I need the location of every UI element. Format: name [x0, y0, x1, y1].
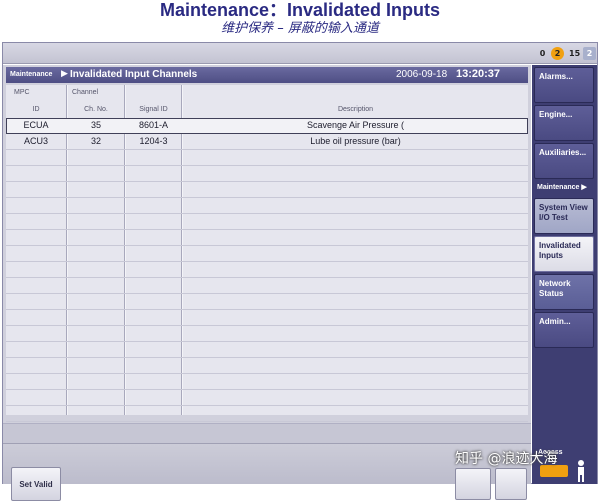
empty-table-row	[6, 278, 528, 294]
cell-id: ECUA	[23, 120, 49, 130]
table-row[interactable]: ACU3 32 1204-3 Lube oil pressure (bar)	[6, 134, 528, 150]
footer-button[interactable]	[495, 468, 527, 500]
cell-id: ACU3	[23, 136, 48, 146]
table-row[interactable]: ECUA 35 8601-A Scavenge Air Pressure (	[6, 118, 528, 134]
empty-table-row	[6, 294, 528, 310]
nav-admin-button[interactable]: Admin...	[534, 312, 594, 348]
header-time: 13:20:37	[456, 68, 501, 80]
footer-strip	[3, 423, 531, 443]
empty-table-row	[6, 150, 528, 166]
group-header-channel: Channel	[72, 89, 99, 96]
empty-table-row	[6, 262, 528, 278]
nav-auxiliaries-button[interactable]: Auxiliaries...	[534, 143, 594, 179]
empty-table-row	[6, 390, 528, 406]
nav-engine-button[interactable]: Engine...	[534, 105, 594, 141]
empty-table-row	[6, 358, 528, 374]
panel-header: Maintenance ▶ Invalidated Input Channels…	[6, 67, 528, 83]
empty-rows	[6, 150, 528, 422]
nav-section-maintenance: Maintenance ▶	[534, 183, 596, 195]
cell-signal-id: 1204-3	[139, 136, 168, 146]
alarm-count-badge[interactable]: 2	[551, 47, 564, 60]
app-window: 0 2 15 2 Maintenance ▶ Invalidated Input…	[2, 42, 598, 501]
set-valid-button[interactable]: Set Valid	[11, 467, 61, 501]
cell-signal-id: 8601-A	[138, 120, 169, 130]
column-header-description[interactable]: Description	[183, 106, 528, 113]
count-badge[interactable]: 0	[536, 47, 549, 60]
nav-network-status-button[interactable]: Network Status	[534, 274, 594, 310]
nav-system-view-button[interactable]: System View I/O Test	[534, 198, 594, 234]
chevron-right-icon: ▶	[581, 184, 587, 191]
empty-table-row	[6, 166, 528, 182]
empty-table-row	[6, 310, 528, 326]
empty-table-row	[6, 182, 528, 198]
empty-table-row	[6, 198, 528, 214]
empty-table-row	[6, 342, 528, 358]
navigation-panel: Alarms... Engine... Auxiliaries... Maint…	[532, 65, 597, 484]
column-header-signal-id[interactable]: Signal ID	[126, 106, 181, 113]
empty-table-row	[6, 214, 528, 230]
empty-table-row	[6, 326, 528, 342]
cell-description: Lube oil pressure (bar)	[310, 136, 401, 146]
cell-description: Scavenge Air Pressure (	[306, 120, 405, 130]
group-header-mpc: MPC	[14, 89, 30, 96]
footer-bar: Set Valid	[3, 443, 531, 501]
slide-subtitle: 维护保养 – 屏蔽的输入通道	[221, 21, 379, 36]
empty-table-row	[6, 406, 528, 422]
watermark: 知乎 @浪迹大海	[455, 451, 558, 467]
count-badge[interactable]: 15	[567, 47, 582, 60]
header-date: 2006-09-18	[396, 69, 448, 80]
cell-ch-no: 35	[90, 120, 101, 130]
cell-ch-no: 32	[90, 136, 101, 146]
nav-alarms-button[interactable]: Alarms...	[534, 67, 594, 103]
empty-table-row	[6, 230, 528, 246]
table-body: ECUA 35 8601-A Scavenge Air Pressure ( A…	[6, 118, 528, 422]
status-strip: 0 2 15 2	[3, 43, 597, 64]
slide-title: Maintenance：Invalidated Inputs	[159, 0, 441, 20]
footer-button[interactable]	[455, 468, 491, 500]
person-icon[interactable]	[574, 460, 588, 482]
nav-invalidated-inputs-button[interactable]: Invalidated Inputs	[534, 236, 594, 272]
column-header-ch-no[interactable]: Ch. No.	[68, 106, 124, 113]
invalidated-inputs-table: MPC Channel ID Ch. No. Signal ID Descrip…	[6, 85, 528, 422]
count-badge[interactable]: 2	[583, 47, 596, 60]
empty-table-row	[6, 374, 528, 390]
empty-table-row	[6, 246, 528, 262]
nav-section-label: Maintenance	[537, 184, 580, 191]
breadcrumb-arrow-icon: ▶	[61, 69, 68, 79]
column-header-id[interactable]: ID	[6, 106, 66, 113]
main-panel: Maintenance ▶ Invalidated Input Channels…	[3, 65, 531, 501]
page-title: Invalidated Input Channels	[70, 69, 198, 80]
breadcrumb-root[interactable]: Maintenance	[10, 71, 52, 78]
